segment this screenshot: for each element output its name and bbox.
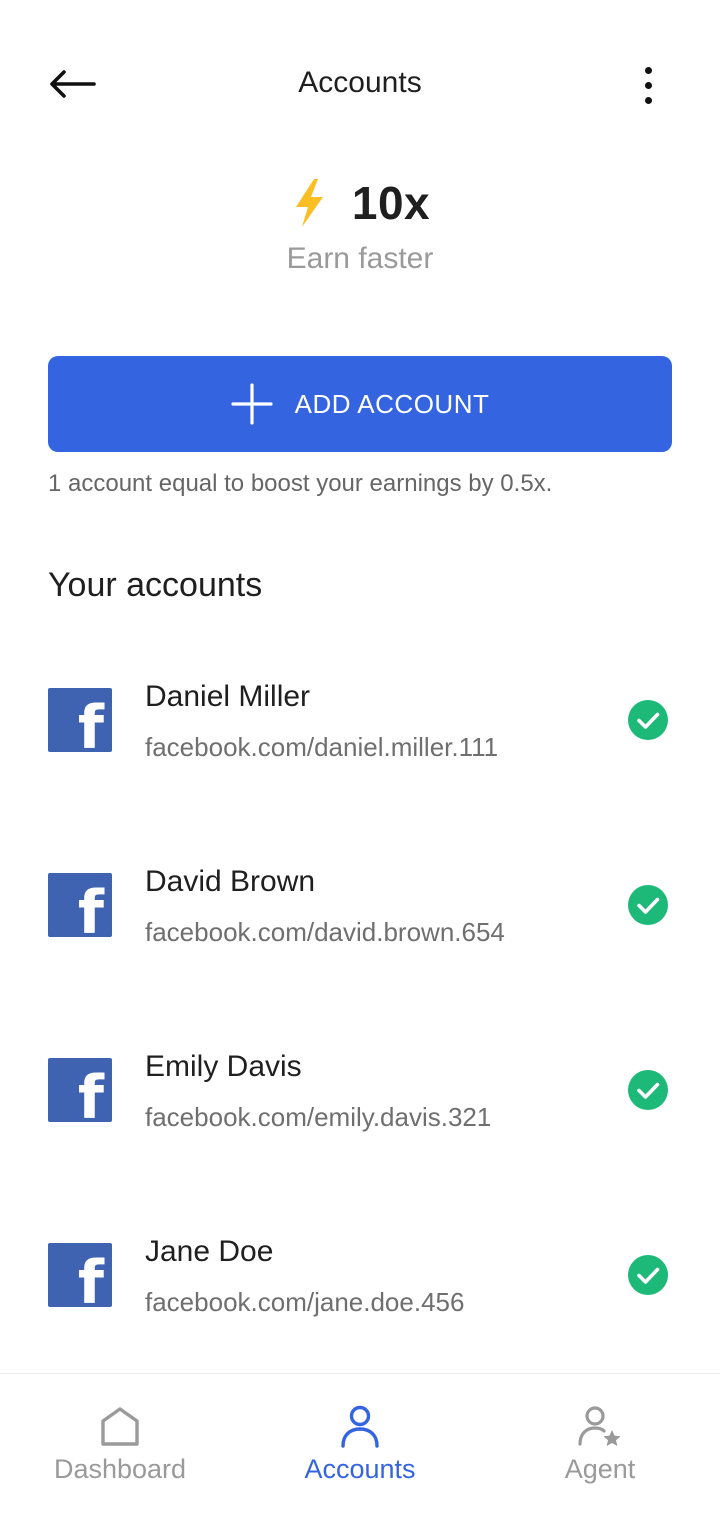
- nav-label-agent: Agent: [564, 1454, 636, 1484]
- boost-multiplier: 10x: [351, 177, 431, 229]
- lightning-bolt-icon: [295, 179, 323, 227]
- boost-hint: 1 account equal to boost your earnings b…: [48, 470, 553, 497]
- more-options-button[interactable]: [626, 60, 670, 110]
- check-circle-icon: [628, 1255, 668, 1295]
- account-item[interactable]: f Daniel Miller facebook.com/daniel.mill…: [0, 648, 720, 833]
- plus-icon: [231, 383, 273, 425]
- account-url: facebook.com/emily.davis.321: [145, 1102, 492, 1132]
- nav-dashboard[interactable]: Dashboard: [0, 1374, 240, 1516]
- facebook-icon: f: [48, 873, 112, 937]
- account-list: f Daniel Miller facebook.com/daniel.mill…: [0, 648, 720, 1388]
- boost-summary: 10x Earn faster: [0, 170, 720, 300]
- facebook-icon: f: [48, 688, 112, 752]
- account-item[interactable]: f Emily Davis facebook.com/emily.davis.3…: [0, 1018, 720, 1203]
- bottom-navigation: Dashboard Accounts Agent: [0, 1373, 720, 1516]
- nav-agent[interactable]: Agent: [480, 1374, 720, 1516]
- check-circle-icon: [628, 885, 668, 925]
- section-title: Your accounts: [48, 566, 263, 604]
- account-url: facebook.com/daniel.miller.111: [145, 732, 499, 762]
- accounts-screen: Accounts 10x Earn faster ADD ACCOUNT 1 a…: [0, 0, 720, 1516]
- user-star-icon: [578, 1406, 621, 1446]
- top-app-bar: Accounts: [0, 0, 720, 170]
- page-title: Accounts: [298, 66, 422, 99]
- nav-label-dashboard: Dashboard: [53, 1454, 187, 1484]
- check-circle-icon: [628, 700, 668, 740]
- add-account-label: ADD ACCOUNT: [294, 388, 490, 419]
- check-circle-icon: [628, 1070, 668, 1110]
- account-item[interactable]: f David Brown facebook.com/david.brown.6…: [0, 833, 720, 1018]
- account-name: Jane Doe: [145, 1235, 274, 1268]
- more-vertical-icon: [644, 66, 652, 74]
- add-account-button[interactable]: ADD ACCOUNT: [48, 356, 672, 452]
- facebook-icon: f: [48, 1243, 112, 1307]
- nav-accounts[interactable]: Accounts: [240, 1374, 480, 1516]
- account-url: facebook.com/jane.doe.456: [145, 1287, 465, 1317]
- nav-label-accounts: Accounts: [304, 1454, 416, 1484]
- account-name: David Brown: [145, 865, 316, 898]
- account-name: Emily Davis: [145, 1050, 302, 1083]
- account-item[interactable]: f Jane Doe facebook.com/jane.doe.456: [0, 1203, 720, 1388]
- facebook-icon: f: [48, 1058, 112, 1122]
- boost-subtitle: Earn faster: [286, 242, 434, 275]
- account-url: facebook.com/david.brown.654: [145, 917, 505, 947]
- user-icon: [341, 1405, 379, 1448]
- home-icon: [101, 1407, 139, 1446]
- account-name: Daniel Miller: [145, 680, 311, 713]
